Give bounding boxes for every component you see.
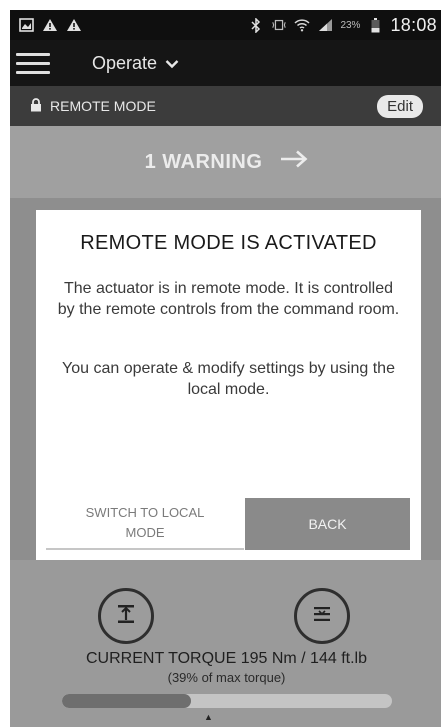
- dialog-title: REMOTE MODE IS ACTIVATED: [80, 232, 377, 254]
- wifi-icon: [294, 17, 310, 33]
- warning-icon: [66, 17, 82, 33]
- torque-pointer-icon: ▲: [204, 712, 213, 722]
- current-torque-label: CURRENT TORQUE 195 Nm / 144 ft.lb: [86, 650, 367, 667]
- torque-bar: [62, 694, 392, 708]
- hamburger-icon[interactable]: [10, 40, 56, 86]
- status-time: 18:08: [390, 14, 437, 35]
- dialog-hint: You can operate & modify settings by usi…: [62, 360, 395, 398]
- status-bar: 23% 18:08: [10, 10, 441, 40]
- remote-mode-bar: REMOTE MODE Edit: [10, 86, 441, 126]
- warning-banner[interactable]: 1 WARNING: [10, 126, 441, 198]
- torque-limit-icon: [115, 603, 137, 630]
- app-header: Operate: [10, 40, 441, 86]
- edit-button[interactable]: Edit: [377, 94, 423, 118]
- dialog-message: The actuator is in remote mode. It is co…: [57, 280, 400, 318]
- arrow-right-icon: [280, 150, 308, 174]
- remote-mode-dialog: REMOTE MODE IS ACTIVATED The actuator is…: [36, 210, 421, 560]
- battery-icon: [367, 17, 383, 33]
- chevron-down-icon: [165, 53, 179, 74]
- mode-dropdown[interactable]: Operate: [92, 53, 179, 74]
- vibrate-icon: [271, 17, 287, 33]
- remote-mode-label: REMOTE MODE: [50, 98, 156, 114]
- torque-limit-button[interactable]: [98, 588, 154, 644]
- lock-icon: [30, 97, 42, 115]
- settings-adjust-button[interactable]: [294, 588, 350, 644]
- image-icon: [18, 17, 34, 33]
- adjust-icon: [311, 603, 333, 630]
- bluetooth-icon: [248, 17, 264, 33]
- battery-percent: 23%: [340, 19, 361, 31]
- warning-label: 1 WARNING: [144, 150, 263, 173]
- mode-label: Operate: [92, 52, 158, 73]
- signal-icon: [317, 17, 333, 33]
- app-screen: 23% 18:08 Operate REMOTE MODE Edit 1 WAR…: [10, 10, 441, 727]
- switch-to-local-mode-button[interactable]: SWITCH TO LOCAL MODE: [46, 498, 244, 550]
- back-button[interactable]: BACK: [245, 498, 410, 550]
- torque-bar-fill: [62, 694, 191, 708]
- torque-percentage-label: (39% of max torque): [167, 670, 286, 685]
- warning-icon: [42, 17, 58, 33]
